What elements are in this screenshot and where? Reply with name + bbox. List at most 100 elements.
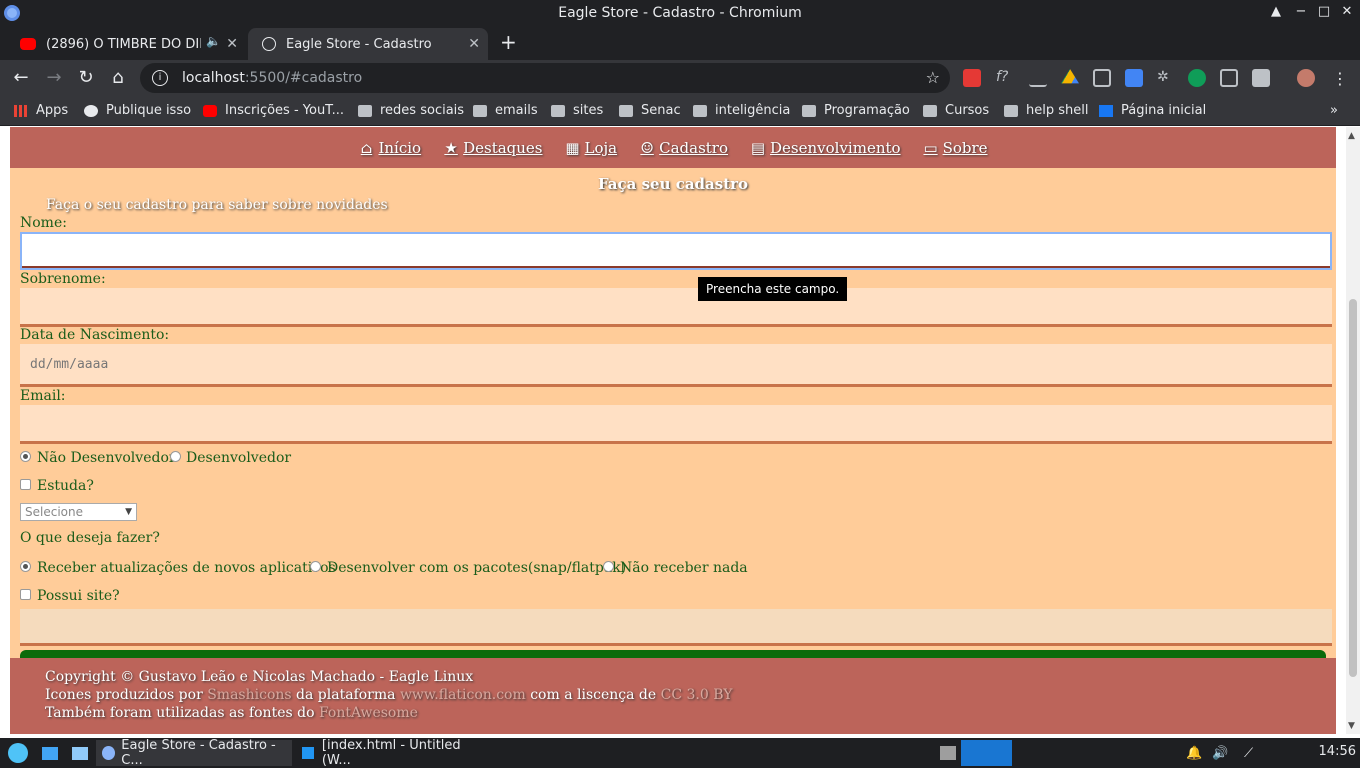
bookmark-emails[interactable]: emails [473, 103, 538, 118]
bookmark-star-icon[interactable]: ☆ [926, 68, 940, 87]
screenshot-icon[interactable] [1252, 69, 1270, 87]
window-titlebar: Eagle Store - Cadastro - Chromium ▲ − □ … [0, 0, 1360, 26]
nascimento-input[interactable]: dd/mm/aaaa [20, 344, 1332, 387]
bookmark-publique[interactable]: Publique isso [84, 103, 191, 118]
nav-desenvolvimento[interactable]: ▤ Desenvolvimento [750, 139, 901, 157]
chromium-icon [102, 746, 116, 760]
tab-close-icon[interactable]: ✕ [468, 36, 480, 52]
deseja-label: O que deseja fazer? [20, 530, 160, 546]
sobrenome-input[interactable] [20, 288, 1332, 327]
volume-icon[interactable]: 🔊 [1206, 740, 1230, 766]
nav-inicio[interactable]: ⌂ Início [358, 139, 421, 157]
bookmark-pagina-inicial[interactable]: Página inicial [1099, 103, 1206, 118]
site-checkbox[interactable] [20, 589, 31, 600]
estuda-checkbox[interactable] [20, 479, 31, 490]
bookmark-programacao[interactable]: Programação [802, 103, 910, 118]
nav-sobre[interactable]: ▭ Sobre [923, 138, 987, 157]
window-maximize-up-icon[interactable]: ▲ [1267, 4, 1285, 19]
site-label: Possui site? [37, 588, 120, 604]
youtube-icon [203, 104, 217, 117]
speaker-icon[interactable]: 🔈 [206, 34, 221, 48]
nav-cadastro[interactable]: ☺ Cadastro [639, 139, 728, 157]
taskbar-chromium[interactable]: Eagle Store - Cadastro - C... [96, 738, 292, 768]
new-tab-button[interactable]: + [500, 30, 517, 54]
scroll-up-icon[interactable]: ▲ [1348, 131, 1355, 141]
facebook-icon [1099, 104, 1113, 117]
translate-icon[interactable] [1125, 69, 1143, 87]
radio-desenvolvedor[interactable] [170, 451, 181, 462]
font-extension-icon[interactable]: f? [996, 69, 1014, 87]
pen-extension-icon[interactable] [1029, 69, 1047, 87]
tab-youtube[interactable]: (2896) O TIMBRE DO DIM 🔈 ✕ [6, 28, 246, 60]
tab-label: (2896) O TIMBRE DO DIM [46, 36, 201, 52]
page-scrollbar[interactable]: ▲ ▼ [1346, 127, 1360, 734]
drive-icon[interactable] [1061, 69, 1079, 84]
bookmark-sites[interactable]: sites [551, 103, 603, 118]
reload-button[interactable]: ↻ [75, 67, 97, 89]
home-button[interactable]: ⌂ [107, 67, 129, 89]
window-maximize-button[interactable]: □ [1315, 4, 1333, 19]
bookmark-cursos[interactable]: Cursos [923, 103, 989, 118]
evernote-icon[interactable] [1188, 69, 1206, 87]
network-icon[interactable]: ⟋ [1238, 740, 1260, 766]
window-title: Eagle Store - Cadastro - Chromium [558, 5, 802, 21]
validation-tooltip: Preencha este campo. [698, 277, 848, 301]
apps-grid-icon [14, 104, 28, 117]
user-icon: ☺ [640, 138, 654, 157]
license-link[interactable]: CC 3.0 BY [661, 687, 733, 703]
fontawesome-link[interactable]: FontAwesome [319, 705, 418, 721]
keep-icon[interactable] [1093, 69, 1111, 87]
radio-receber-atualizacoes[interactable] [20, 561, 31, 572]
back-button[interactable]: ← [10, 67, 32, 89]
radio-desenvolver-pacotes-label: Desenvolver com os pacotes(snap/flatpak) [327, 560, 627, 576]
forward-button[interactable]: → [43, 67, 65, 89]
info-icon[interactable]: i [152, 70, 168, 86]
scrollbar-thumb[interactable] [1349, 299, 1357, 677]
bookmark-inteligencia[interactable]: inteligência [693, 103, 790, 118]
taskbar-vscode[interactable]: [index.html - Untitled (W... [296, 738, 492, 768]
bookmarks-bar: Apps Publique isso Inscrições - YouT... … [0, 96, 1360, 126]
address-bar[interactable]: i localhost:5500/#cadastro ☆ [140, 63, 950, 93]
terminal-icon[interactable] [66, 740, 92, 766]
radio-desenvolver-pacotes[interactable] [310, 561, 321, 572]
flaticon-link[interactable]: www.flaticon.com [400, 687, 526, 703]
radio-nao-desenvolvedor[interactable] [20, 451, 31, 462]
nav-loja[interactable]: ▦ Loja [565, 139, 617, 157]
bookmark-apps[interactable]: Apps [14, 103, 68, 118]
tab-eagle-store[interactable]: Eagle Store - Cadastro ✕ [248, 28, 488, 60]
bookmarks-overflow-icon[interactable]: » [1330, 103, 1338, 118]
pin-extension-icon[interactable] [963, 69, 981, 87]
tab-label: Eagle Store - Cadastro [286, 36, 432, 52]
bell-icon[interactable]: 🔔 [1180, 740, 1202, 766]
url-text[interactable]: localhost:5500/#cadastro [182, 70, 362, 86]
email-label: Email: [20, 388, 66, 404]
youtube-icon [20, 38, 36, 50]
bookmark-help-shell[interactable]: help shell [1004, 103, 1088, 118]
radio-nao-desenvolvedor-label: Não Desenvolvedor [37, 450, 176, 466]
form-subtitle: Faça o seu cadastro para saber sobre nov… [46, 197, 388, 213]
smashicons-link[interactable]: Smashicons [207, 687, 291, 703]
menu-icon[interactable]: ⋮ [1331, 69, 1349, 88]
nav-destaques[interactable]: ★ Destaques [443, 139, 542, 157]
start-menu-icon[interactable] [2, 740, 32, 766]
cast-icon[interactable] [1220, 69, 1238, 87]
bookmark-inscricoes[interactable]: Inscrições - YouT... [203, 103, 344, 118]
site-input[interactable] [20, 609, 1332, 646]
tab-close-icon[interactable]: ✕ [226, 36, 238, 52]
id-card-icon: ▭ [923, 138, 938, 157]
bookmark-senac[interactable]: Senac [619, 103, 681, 118]
curso-select[interactable]: Selecione ▼ [20, 503, 137, 521]
workspace-icon[interactable] [934, 740, 956, 766]
nome-input[interactable] [20, 232, 1332, 270]
file-manager-icon[interactable] [36, 740, 62, 766]
page-viewport: ⌂ Início ★ Destaques ▦ Loja ☺ Cadastro ▤ Dese… [0, 127, 1346, 734]
scroll-down-icon[interactable]: ▼ [1348, 721, 1355, 731]
avatar[interactable] [1297, 69, 1315, 87]
window-close-button[interactable]: ✕ [1338, 4, 1356, 19]
octopus-icon[interactable]: ✲ [1157, 69, 1175, 87]
window-minimize-button[interactable]: − [1292, 4, 1310, 19]
email-input[interactable] [20, 405, 1332, 444]
bookmark-redes-sociais[interactable]: redes sociais [358, 103, 464, 118]
radio-nao-receber[interactable] [603, 561, 614, 572]
workspace-1[interactable] [961, 740, 1012, 766]
